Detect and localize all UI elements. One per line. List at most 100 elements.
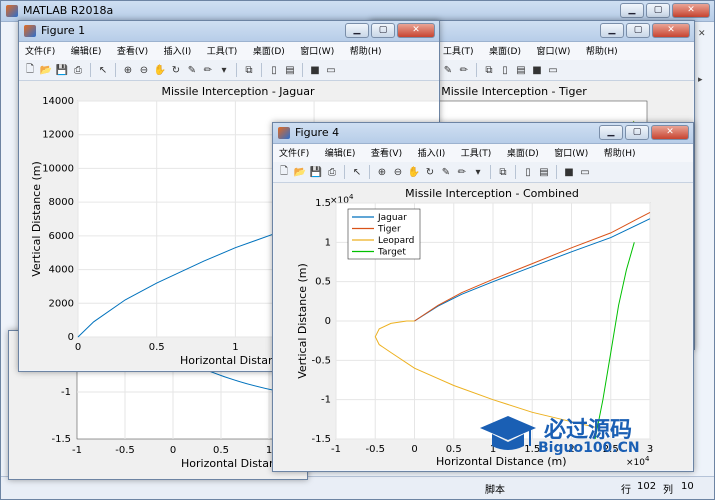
fig1-toolbar-separator — [236, 63, 237, 77]
main-side-close-icon[interactable]: ✕ — [698, 29, 708, 39]
fig4-pan-icon[interactable]: ✋ — [407, 165, 421, 179]
fig1-rotate-icon[interactable]: ↻ — [169, 63, 183, 77]
figure1-logo-icon — [24, 25, 36, 37]
figure1-close-button[interactable]: ✕ — [397, 23, 435, 38]
fig4-rotate-icon[interactable]: ↻ — [423, 165, 437, 179]
fig1-save-icon[interactable]: 💾 — [55, 63, 69, 77]
fig4-menu-file[interactable]: 文件(F) — [273, 144, 315, 159]
fig1-menu-view[interactable]: 查看(V) — [111, 42, 154, 57]
fig4-legend-icon[interactable]: ▤ — [537, 165, 551, 179]
figure4-menubar: 文件(F) 编辑(E) 查看(V) 插入(I) 工具(T) 桌面(D) 窗口(W… — [273, 144, 693, 162]
fig2-colorbar-icon[interactable]: ▯ — [498, 63, 512, 77]
fig2-menu-tools[interactable]: 工具(T) — [437, 42, 480, 57]
fig1-menu-help[interactable]: 帮助(H) — [344, 42, 388, 57]
status-script-label: 脚本 — [485, 485, 505, 496]
fig2-menu-window[interactable]: 窗口(W) — [530, 42, 576, 57]
figure4-titlebar[interactable]: Figure 4 ▁ ▢ ✕ — [273, 123, 693, 144]
fig2-menu-desktop[interactable]: 桌面(D) — [483, 42, 527, 57]
figure2-minimize-button[interactable]: ▁ — [600, 23, 624, 38]
figure4-maximize-button[interactable]: ▢ — [625, 125, 649, 140]
fig4-new-figure-icon[interactable]: 🗋 — [277, 165, 291, 179]
fig2-legend-icon[interactable]: ▤ — [514, 63, 528, 77]
fig4-link-icon[interactable]: ⧉ — [496, 165, 510, 179]
fig1-toolbar-separator — [90, 63, 91, 77]
status-col-label: 列 — [663, 485, 673, 496]
minimize-button[interactable]: ▁ — [620, 3, 644, 18]
figure2-maximize-button[interactable]: ▢ — [626, 23, 650, 38]
fig4-save-icon[interactable]: 💾 — [309, 165, 323, 179]
fig2-datacursor-icon[interactable]: ✎ — [441, 63, 455, 77]
fig4-menu-edit[interactable]: 编辑(E) — [319, 144, 362, 159]
fig1-menu-file[interactable]: 文件(F) — [19, 42, 61, 57]
fig1-dock-icon[interactable]: ▭ — [324, 63, 338, 77]
fig4-dock-icon[interactable]: ▭ — [578, 165, 592, 179]
fig1-zoom-in-icon[interactable]: ⊕ — [121, 63, 135, 77]
fig4-dropdown-icon[interactable]: ▾ — [471, 165, 485, 179]
figure4-window-controls: ▁ ▢ ✕ — [599, 125, 689, 140]
fig1-ylabel: Vertical Distance (m) — [30, 161, 43, 277]
fig4-menu-help[interactable]: 帮助(H) — [598, 144, 642, 159]
fig1-brush-icon[interactable]: ✏ — [201, 63, 215, 77]
fig4-zoom-out-icon[interactable]: ⊖ — [391, 165, 405, 179]
fig1-menu-window[interactable]: 窗口(W) — [294, 42, 340, 57]
fig4-toolbar-separator — [490, 165, 491, 179]
fig4-datacursor-icon[interactable]: ✎ — [439, 165, 453, 179]
fig4-toolbar-separator — [556, 165, 557, 179]
fig4-menu-tools[interactable]: 工具(T) — [455, 144, 498, 159]
fig1-dropdown-icon[interactable]: ▾ — [217, 63, 231, 77]
fig1-menu-desktop[interactable]: 桌面(D) — [247, 42, 291, 57]
fig4-zoom-in-icon[interactable]: ⊕ — [375, 165, 389, 179]
fig2-hide-icon[interactable]: ■ — [530, 63, 544, 77]
fig4-menu-window[interactable]: 窗口(W) — [548, 144, 594, 159]
fig4-menu-insert[interactable]: 插入(I) — [412, 144, 452, 159]
fig1-legend-icon[interactable]: ▤ — [283, 63, 297, 77]
figure1-titlebar[interactable]: Figure 1 ▁ ▢ ✕ — [19, 21, 439, 42]
fig1-zoom-out-icon[interactable]: ⊖ — [137, 63, 151, 77]
fig2-dock-icon[interactable]: ▭ — [546, 63, 560, 77]
fig4-chart-title: Missile Interception - Combined — [405, 187, 579, 200]
figure1-maximize-button[interactable]: ▢ — [371, 23, 395, 38]
fig4-brush-icon[interactable]: ✏ — [455, 165, 469, 179]
fig1-new-figure-icon[interactable]: 🗋 — [23, 63, 37, 77]
fig4-toolbar-separator — [369, 165, 370, 179]
close-button[interactable]: ✕ — [672, 3, 710, 18]
fig1-hide-icon[interactable]: ■ — [308, 63, 322, 77]
figure4-close-button[interactable]: ✕ — [651, 125, 689, 140]
fig2-menu-help[interactable]: 帮助(H) — [580, 42, 624, 57]
fig1-menu-insert[interactable]: 插入(I) — [158, 42, 198, 57]
fig1-toolbar-separator — [261, 63, 262, 77]
fig2-brush-icon[interactable]: ✏ — [457, 63, 471, 77]
fig2-link-icon[interactable]: ⧉ — [482, 63, 496, 77]
fig1-menu-edit[interactable]: 编辑(E) — [65, 42, 108, 57]
fig4-hide-icon[interactable]: ■ — [562, 165, 576, 179]
fig4-open-icon[interactable]: 📂 — [293, 165, 307, 179]
fig1-chart-title: Missile Interception - Jaguar — [162, 85, 315, 98]
fig4-colorbar-icon[interactable]: ▯ — [521, 165, 535, 179]
fig1-colorbar-icon[interactable]: ▯ — [267, 63, 281, 77]
fig4-legend[interactable]: Jaguar TigerLeopard Target — [347, 208, 421, 260]
fig1-menu-tools[interactable]: 工具(T) — [201, 42, 244, 57]
main-side-expand-icon[interactable]: ▸ — [698, 75, 708, 85]
fig1-pointer-icon[interactable]: ↖ — [96, 63, 110, 77]
fig1-link-icon[interactable]: ⧉ — [242, 63, 256, 77]
fig4-xtick-label: 0 — [411, 444, 417, 455]
fig1-datacursor-icon[interactable]: ✎ — [185, 63, 199, 77]
fig1-pan-icon[interactable]: ✋ — [153, 63, 167, 77]
figure1-minimize-button[interactable]: ▁ — [345, 23, 369, 38]
figure2-close-button[interactable]: ✕ — [652, 23, 690, 38]
fig4-ylabel: Vertical Distance (m) — [296, 263, 309, 379]
maximize-button[interactable]: ▢ — [646, 3, 670, 18]
fig1-open-icon[interactable]: 📂 — [39, 63, 53, 77]
fig3-xtick-0: -1 — [72, 445, 82, 456]
fig4-menu-desktop[interactable]: 桌面(D) — [501, 144, 545, 159]
fig4-ytick-label: 0 — [325, 316, 331, 327]
fig4-y-exponent-power: 4 — [349, 193, 354, 201]
fig4-menu-view[interactable]: 查看(V) — [365, 144, 408, 159]
fig1-xtick-label: 0.5 — [149, 342, 165, 353]
fig1-print-icon[interactable]: ⎙ — [71, 63, 85, 77]
fig4-pointer-icon[interactable]: ↖ — [350, 165, 364, 179]
fig4-print-icon[interactable]: ⎙ — [325, 165, 339, 179]
main-titlebar[interactable]: MATLAB R2018a ▁ ▢ ✕ — [1, 1, 714, 22]
figure4-minimize-button[interactable]: ▁ — [599, 125, 623, 140]
fig1-toolbar-separator — [302, 63, 303, 77]
